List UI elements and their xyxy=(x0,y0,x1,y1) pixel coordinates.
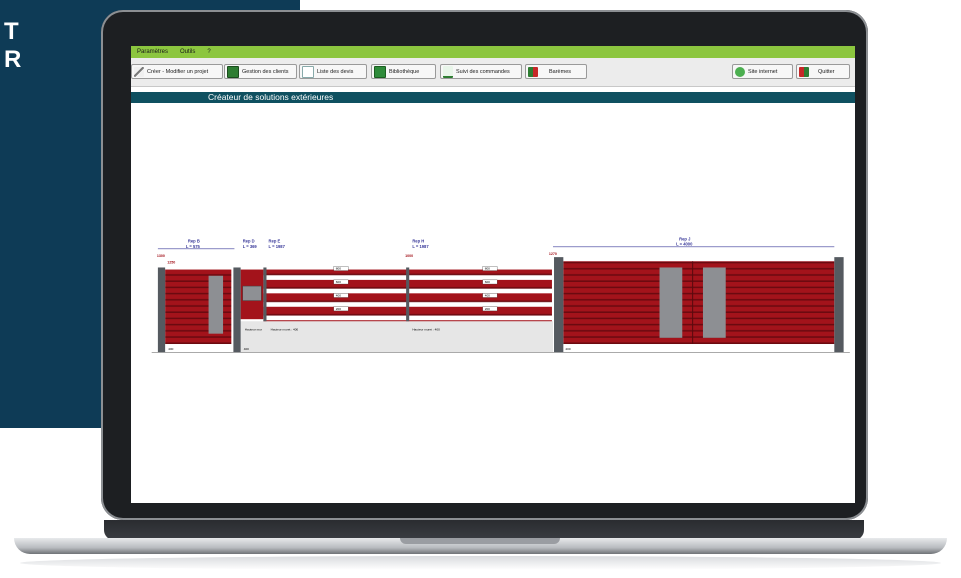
rail-value: 200 xyxy=(485,307,490,311)
post xyxy=(233,267,241,353)
laptop-shadow xyxy=(20,556,941,570)
rep-d-length: L = 369 xyxy=(243,244,258,249)
post xyxy=(263,267,267,322)
post xyxy=(834,257,844,353)
post xyxy=(554,257,564,353)
create-project-button[interactable]: Créer - Modifier un projet xyxy=(131,64,223,79)
post xyxy=(406,267,410,322)
library-book-icon xyxy=(374,65,386,78)
quotes-list-button[interactable]: Liste des devis xyxy=(299,64,367,79)
base-label: 400 xyxy=(244,347,249,351)
laptop-notch xyxy=(400,538,560,544)
library-label: Bibliothèque xyxy=(389,68,420,75)
rail-value: 400 xyxy=(485,293,490,297)
rail-value: 600 xyxy=(485,280,490,284)
height-label: 1270 xyxy=(549,252,557,256)
quit-button[interactable]: Quitter xyxy=(796,64,850,79)
website-button[interactable]: Site internet xyxy=(732,64,793,79)
price-books-icon xyxy=(528,66,538,77)
low-wall xyxy=(234,321,553,353)
client-book-icon xyxy=(227,65,239,78)
background-text: T R xyxy=(4,18,21,74)
rep-e-length: L = 1987 xyxy=(269,244,286,249)
rep-j-length: L = 4000 xyxy=(676,242,693,247)
menu-help[interactable]: ? xyxy=(207,49,210,55)
price-scales-button[interactable]: Barèmes xyxy=(525,64,587,79)
title-banner: Créateur de solutions extérieures xyxy=(131,92,855,103)
pencil-icon xyxy=(134,66,144,77)
wall-label: Hauteur mur xyxy=(245,328,262,332)
rail-value: 200 xyxy=(336,307,341,311)
left-gate-glass xyxy=(208,275,224,334)
quotes-list-label: Liste des devis xyxy=(317,68,354,75)
height-label: 1300 xyxy=(157,254,165,258)
rail-value: 400 xyxy=(336,293,341,297)
rail-value: 600 xyxy=(336,280,341,284)
rail-value: 800 xyxy=(336,267,341,271)
client-management-button[interactable]: Gestion des clients xyxy=(224,64,297,79)
height-label: 1250 xyxy=(167,260,175,264)
shopping-cart-icon xyxy=(443,65,453,78)
laptop-screen: Paramètres Outils ? Créer - Modifier un … xyxy=(131,46,855,503)
exit-door-icon xyxy=(799,66,809,77)
price-scales-label: Barèmes xyxy=(549,68,572,75)
library-button[interactable]: Bibliothèque xyxy=(371,64,436,79)
menu-parametres[interactable]: Paramètres xyxy=(137,49,168,55)
rail-value: 800 xyxy=(485,267,490,271)
sliding-gate xyxy=(563,261,835,345)
post xyxy=(157,267,166,353)
quotes-icon xyxy=(302,65,314,78)
gate-glass-right xyxy=(702,267,726,338)
base-label: 400 xyxy=(565,347,570,351)
gate-glass-left xyxy=(659,267,683,338)
website-label: Site internet xyxy=(748,68,778,75)
wall-label: Hauteur muret : 400 xyxy=(412,328,440,332)
base-label: 400 xyxy=(168,347,173,351)
banner-title: Créateur de solutions extérieures xyxy=(208,92,334,102)
laptop-hinge xyxy=(104,520,864,540)
order-tracking-label: Suivi des commandes xyxy=(456,68,510,75)
menu-bar: Paramètres Outils ? xyxy=(131,46,855,58)
quit-label: Quitter xyxy=(818,68,835,75)
toolbar: Créer - Modifier un projet Gestion des c… xyxy=(131,58,855,87)
background-letter-1: T xyxy=(4,18,19,45)
order-tracking-button[interactable]: Suivi des commandes xyxy=(440,64,522,79)
height-label: 1000 xyxy=(405,254,413,258)
create-project-label: Créer - Modifier un projet xyxy=(147,68,209,75)
background-letter-2: R xyxy=(4,46,22,73)
letterbox xyxy=(242,285,262,301)
rep-b-length: L = 575 xyxy=(186,244,201,249)
wall-label: Hauteur muret : 400 xyxy=(271,328,299,332)
menu-outils[interactable]: Outils xyxy=(180,49,195,55)
fence-drawing: 800 800 600 600 400 400 200 200 Rep B L … xyxy=(151,237,850,353)
globe-icon xyxy=(735,66,745,77)
rep-h-length: L = 1987 xyxy=(412,244,429,249)
client-management-label: Gestion des clients xyxy=(242,68,289,75)
